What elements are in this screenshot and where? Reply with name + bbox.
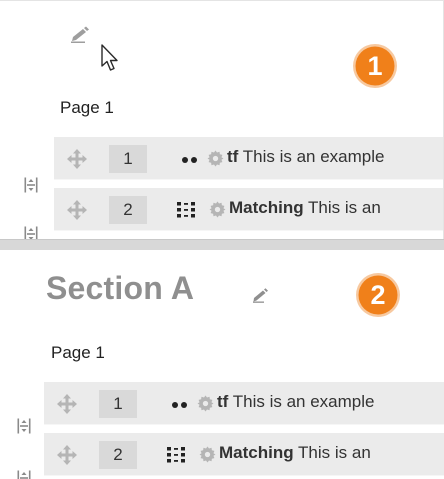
- move-icon[interactable]: [56, 393, 78, 415]
- slot-number: 1: [99, 390, 137, 418]
- step-1-number: 1: [367, 51, 382, 81]
- question-slot-row[interactable]: 2 Matching This is an: [54, 188, 443, 231]
- move-icon[interactable]: [66, 199, 88, 221]
- question-summary: This is an: [293, 443, 371, 462]
- step-2-number: 2: [370, 280, 385, 310]
- slot-number: 2: [109, 196, 147, 224]
- question-type-name: Matching: [229, 198, 304, 217]
- question-text[interactable]: Matching This is an: [219, 443, 371, 463]
- question-text[interactable]: Matching This is an: [229, 198, 381, 218]
- step-2-badge: 2: [356, 273, 400, 317]
- quiz-page-panel-after: Section A 2 Page 1 1 tf This is an examp…: [0, 250, 444, 479]
- pencil-icon[interactable]: [70, 25, 92, 43]
- question-type-name: tf: [217, 392, 229, 411]
- matching-grid-icon: [177, 202, 195, 218]
- slot-number: 2: [99, 441, 137, 469]
- question-slot-row[interactable]: 1 tf This is an example: [54, 137, 443, 180]
- matching-grid-icon: [167, 447, 185, 463]
- section-heading: Section A: [46, 270, 195, 306]
- question-type-name: tf: [227, 147, 239, 166]
- gear-icon[interactable]: [197, 395, 214, 412]
- move-icon[interactable]: [66, 148, 88, 170]
- move-icon[interactable]: [56, 444, 78, 466]
- quiz-editor-screenshot: 1 Page 1 1 tf This is an example 2 Match…: [0, 0, 444, 479]
- slot-number: 1: [109, 145, 147, 173]
- page-break-icon[interactable]: [17, 418, 31, 434]
- question-text[interactable]: tf This is an example: [217, 392, 374, 412]
- question-slot-row[interactable]: 1 tf This is an example: [44, 382, 444, 425]
- mouse-pointer-icon: [101, 44, 118, 71]
- question-type-name: Matching: [219, 443, 294, 462]
- question-summary: This is an: [303, 198, 381, 217]
- pencil-icon[interactable]: [252, 287, 270, 303]
- gear-icon[interactable]: [207, 150, 224, 167]
- page-label: Page 1: [51, 343, 105, 362]
- question-summary: This is an example: [228, 392, 375, 411]
- quiz-page-panel-before: 1 Page 1 1 tf This is an example 2 Match…: [0, 0, 444, 244]
- question-summary: This is an example: [238, 147, 385, 166]
- gear-icon[interactable]: [199, 446, 216, 463]
- step-1-badge: 1: [353, 44, 397, 88]
- question-slot-row[interactable]: 2 Matching This is an: [44, 433, 444, 476]
- question-text[interactable]: tf This is an example: [227, 147, 384, 167]
- page-break-icon[interactable]: [17, 470, 31, 479]
- gear-icon[interactable]: [209, 201, 226, 218]
- page-break-icon[interactable]: [24, 177, 38, 193]
- page-label: Page 1: [60, 98, 114, 117]
- true-false-dots-icon: [172, 402, 187, 408]
- true-false-dots-icon: [182, 157, 197, 163]
